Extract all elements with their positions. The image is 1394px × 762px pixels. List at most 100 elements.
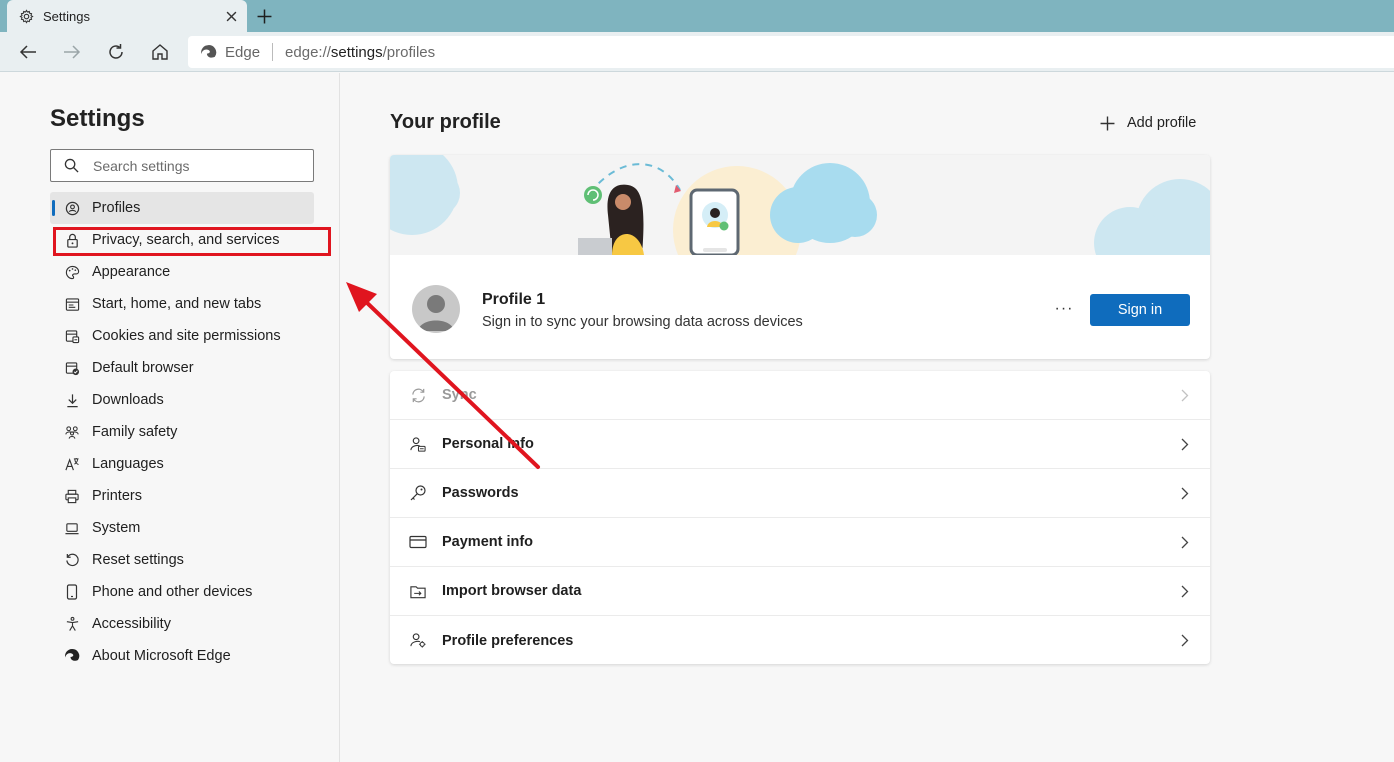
refresh-button[interactable] <box>104 40 128 64</box>
edge-logo-icon <box>64 648 80 664</box>
default-browser-icon <box>64 360 80 376</box>
add-profile-label: Add profile <box>1127 115 1197 131</box>
family-icon <box>64 424 80 440</box>
sidebar-item-printers[interactable]: Printers <box>50 480 314 512</box>
laptop-icon <box>64 520 80 536</box>
tab-strip: Settings <box>0 0 1394 32</box>
plus-icon <box>1098 114 1116 132</box>
sync-icon <box>408 385 428 405</box>
row-passwords[interactable]: Passwords <box>390 469 1210 518</box>
row-label: Personal info <box>442 436 534 452</box>
sidebar-item-downloads[interactable]: Downloads <box>50 384 314 416</box>
sidebar-item-family-safety[interactable]: Family safety <box>50 416 314 448</box>
url-path: /profiles <box>382 43 436 61</box>
sidebar-item-phone[interactable]: Phone and other devices <box>50 576 314 608</box>
chevron-right-icon <box>1178 632 1192 648</box>
reset-icon <box>64 552 80 568</box>
sidebar-item-label: Profiles <box>92 200 141 216</box>
sidebar-item-label: Languages <box>92 456 164 472</box>
gear-icon <box>18 8 34 24</box>
sidebar-item-label: System <box>92 520 141 536</box>
sidebar-item-system[interactable]: System <box>50 512 314 544</box>
sidebar-item-label: Start, home, and new tabs <box>92 296 262 312</box>
row-sync[interactable]: Sync <box>390 371 1210 420</box>
sidebar-item-label: Appearance <box>92 264 171 280</box>
chevron-right-icon <box>1178 485 1192 501</box>
phone-icon <box>64 584 80 600</box>
profile-settings-list: Sync Personal info Passwords Payment inf… <box>390 371 1210 664</box>
row-payment-info[interactable]: Payment info <box>390 518 1210 567</box>
personal-info-icon <box>408 434 428 454</box>
sidebar-item-reset[interactable]: Reset settings <box>50 544 314 576</box>
sign-in-button[interactable]: Sign in <box>1090 294 1190 326</box>
row-profile-preferences[interactable]: Profile preferences <box>390 616 1210 665</box>
cookies-icon <box>64 328 80 344</box>
profile-card: Profile 1 Sign in to sync your browsing … <box>390 155 1210 359</box>
sidebar-item-label: Cookies and site permissions <box>92 328 281 344</box>
sidebar-item-label: Downloads <box>92 392 164 408</box>
forward-button[interactable] <box>60 40 84 64</box>
sidebar-item-default-browser[interactable]: Default browser <box>50 352 314 384</box>
sidebar-item-about[interactable]: About Microsoft Edge <box>50 640 314 672</box>
url-host: settings <box>330 43 383 61</box>
sidebar-item-profiles[interactable]: Profiles <box>50 192 314 224</box>
chevron-right-icon <box>1178 387 1192 403</box>
edge-logo-icon <box>200 44 217 61</box>
home-button[interactable] <box>148 40 172 64</box>
sidebar-item-label: Reset settings <box>92 552 184 568</box>
browser-toolbar: Edge edge://settings/profiles <box>0 32 1394 72</box>
printer-icon <box>64 488 80 504</box>
row-personal-info[interactable]: Personal info <box>390 420 1210 469</box>
search-icon <box>64 158 79 173</box>
key-icon <box>408 483 428 503</box>
avatar <box>412 285 460 333</box>
row-label: Sync <box>442 387 477 403</box>
profile-description: Sign in to sync your browsing data acros… <box>482 314 803 330</box>
palette-icon <box>64 264 80 280</box>
sidebar-item-cookies[interactable]: Cookies and site permissions <box>50 320 314 352</box>
chevron-right-icon <box>1178 534 1192 550</box>
profile-icon <box>64 200 80 216</box>
row-label: Import browser data <box>442 583 582 599</box>
row-import-browser-data[interactable]: Import browser data <box>390 567 1210 616</box>
sidebar-item-start-home[interactable]: Start, home, and new tabs <box>50 288 314 320</box>
sidebar-item-label: Accessibility <box>92 616 171 632</box>
sidebar-item-label: Default browser <box>92 360 194 376</box>
page-title: Your profile <box>390 111 501 133</box>
search-input[interactable]: Search settings <box>50 149 314 182</box>
url-scheme: edge:// <box>285 43 331 61</box>
sidebar-item-label: About Microsoft Edge <box>92 648 231 664</box>
sidebar-title: Settings <box>50 105 145 132</box>
close-icon[interactable] <box>223 8 239 24</box>
sidebar-item-accessibility[interactable]: Accessibility <box>50 608 314 640</box>
annotation-highlight-box <box>53 227 331 256</box>
address-bar[interactable]: Edge edge://settings/profiles <box>188 36 1394 68</box>
profile-banner-illustration <box>390 155 1210 255</box>
row-label: Profile preferences <box>442 632 574 649</box>
more-options-button[interactable]: ··· <box>1050 299 1078 319</box>
home-tabs-icon <box>64 296 80 312</box>
add-profile-button[interactable]: Add profile <box>1098 112 1196 134</box>
tab-title: Settings <box>43 8 90 24</box>
sidebar-item-languages[interactable]: Languages <box>50 448 314 480</box>
sidebar-item-label: Phone and other devices <box>92 584 253 600</box>
settings-sidebar: Settings Search settings Profiles Privac… <box>0 73 340 762</box>
chevron-right-icon <box>1178 583 1192 599</box>
languages-icon <box>64 456 80 472</box>
back-button[interactable] <box>16 40 40 64</box>
new-tab-button[interactable] <box>254 6 274 26</box>
sidebar-item-label: Printers <box>92 488 142 504</box>
import-icon <box>408 581 428 601</box>
download-icon <box>64 392 80 408</box>
sidebar-item-label: Family safety <box>92 424 178 440</box>
profile-preferences-icon <box>408 631 428 651</box>
search-placeholder: Search settings <box>93 157 190 174</box>
address-brand: Edge <box>225 43 261 61</box>
chevron-right-icon <box>1178 436 1192 452</box>
profile-name: Profile 1 <box>482 291 546 308</box>
tab-settings[interactable]: Settings <box>7 0 247 32</box>
sidebar-item-appearance[interactable]: Appearance <box>50 256 314 288</box>
sidebar-nav: Profiles Privacy, search, and services A… <box>50 192 314 672</box>
address-divider <box>272 43 274 61</box>
address-url[interactable]: edge://settings/profiles <box>285 44 435 61</box>
